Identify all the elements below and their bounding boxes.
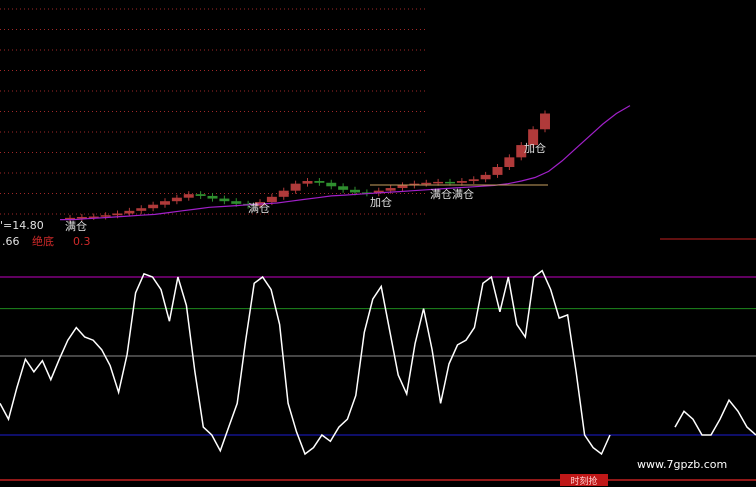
annotation-add-position: 加仓 bbox=[370, 195, 392, 209]
annotation-full-position-double: 满仓满仓 bbox=[430, 187, 474, 201]
candle-body bbox=[100, 215, 111, 217]
candle-body bbox=[504, 157, 515, 167]
candle-body bbox=[385, 188, 396, 191]
candle-body bbox=[314, 181, 325, 183]
annotation-full-position: 满仓 bbox=[248, 201, 270, 215]
candle-body bbox=[338, 186, 349, 190]
price-label: '=14.80 bbox=[0, 219, 44, 232]
value-label: .66 bbox=[2, 235, 20, 248]
candle-body bbox=[136, 208, 147, 211]
stock-chart: '=14.80 .66 绝底 0.3 满仓 满仓 加仓 满仓满仓 加仓 时刻抢 … bbox=[0, 0, 756, 487]
candle-body bbox=[160, 201, 170, 205]
candle-body bbox=[231, 201, 242, 204]
watermark: www.7gpzb.com bbox=[637, 458, 727, 471]
annotation-add-position: 加仓 bbox=[524, 141, 546, 155]
bottom-value: 0.3 bbox=[73, 235, 91, 248]
candle-body bbox=[433, 181, 444, 184]
candle-body bbox=[219, 198, 230, 202]
candle-body bbox=[124, 210, 135, 214]
candle-body bbox=[112, 213, 123, 216]
candle-body bbox=[326, 182, 337, 187]
candle-body bbox=[445, 181, 455, 184]
candle-body bbox=[171, 197, 182, 202]
candle-body bbox=[290, 183, 301, 191]
annotation-full-position: 满仓 bbox=[65, 219, 87, 233]
candle-body bbox=[540, 113, 550, 130]
candle-body bbox=[195, 194, 206, 196]
candle-body bbox=[456, 181, 467, 183]
candle-body bbox=[480, 174, 491, 180]
candle-body bbox=[397, 185, 408, 189]
chart-background bbox=[0, 0, 756, 487]
candle-body bbox=[302, 181, 313, 184]
candle-body bbox=[278, 190, 289, 197]
candle-body bbox=[183, 194, 194, 198]
candle-body bbox=[421, 182, 432, 185]
candle-body bbox=[148, 204, 159, 209]
candle-body bbox=[207, 195, 218, 199]
bottom-label: 绝底 bbox=[32, 234, 54, 248]
badge-label: 时刻抢 bbox=[570, 475, 597, 487]
candle-body bbox=[350, 189, 360, 193]
candle-body bbox=[492, 167, 503, 175]
candle-body bbox=[468, 179, 479, 182]
